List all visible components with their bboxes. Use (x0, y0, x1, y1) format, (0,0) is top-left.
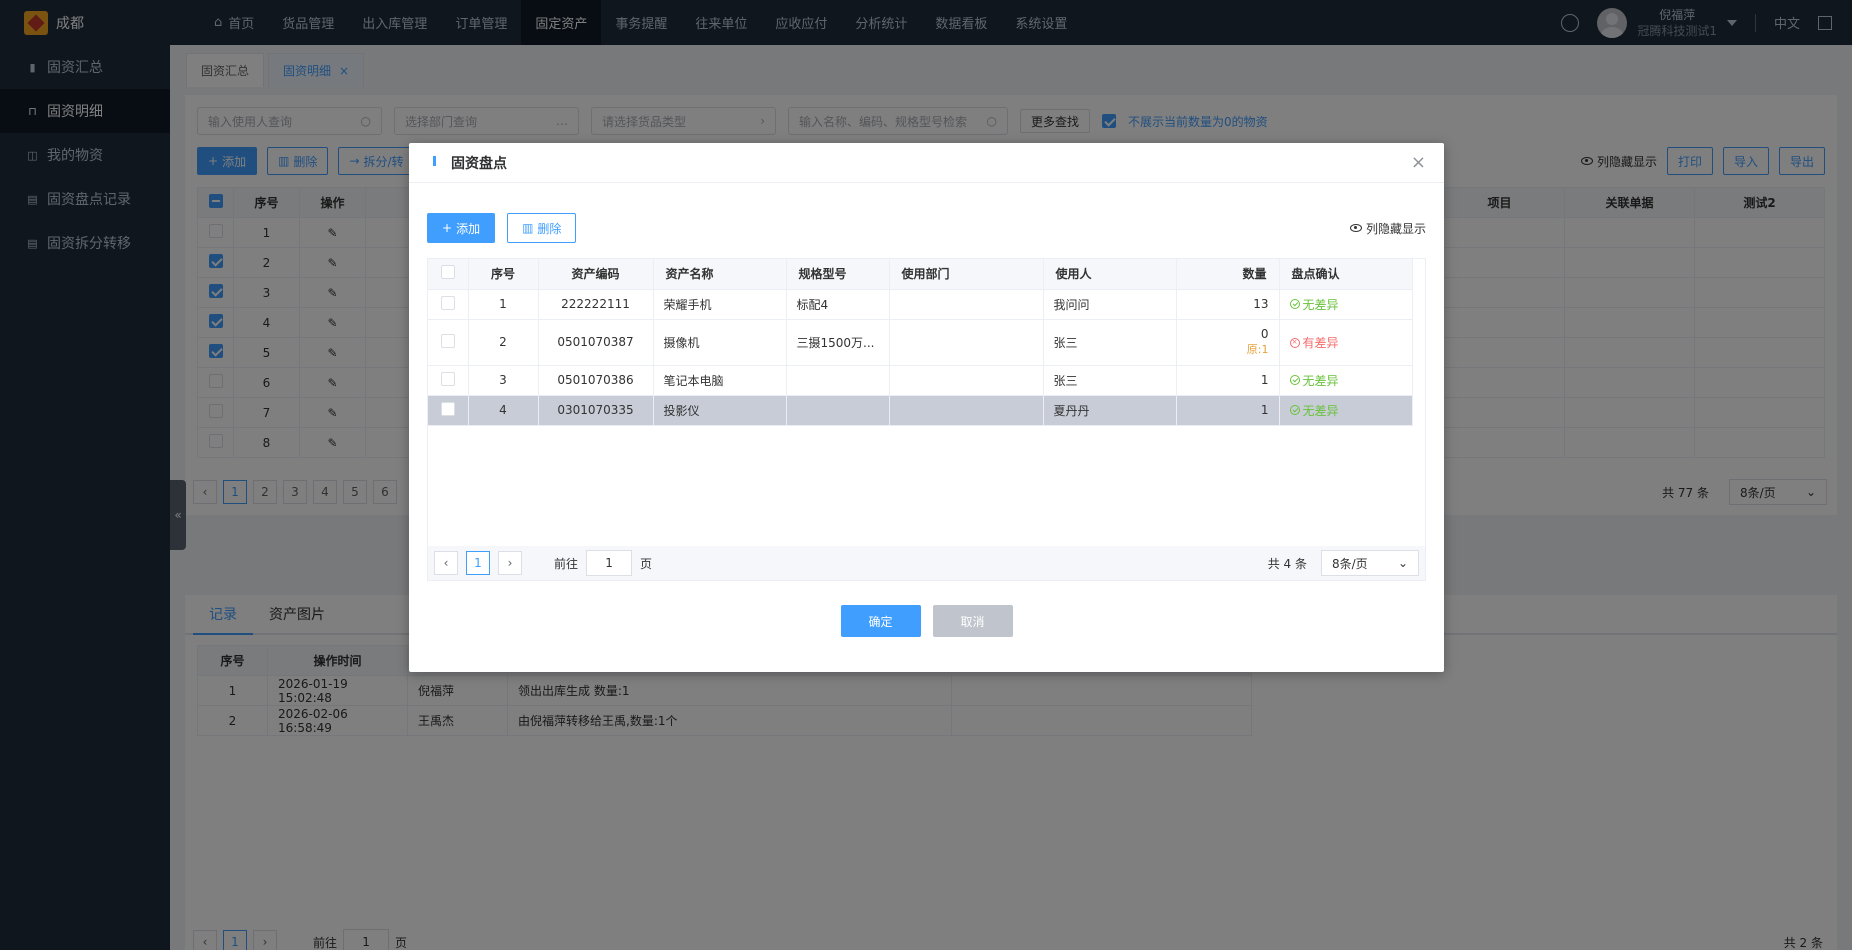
row-checkbox[interactable] (440, 371, 455, 386)
dialog-footer: 确定 取消 (409, 605, 1444, 637)
check-circle-icon (1289, 405, 1300, 415)
dialog-header: 固资盘点 × (409, 143, 1444, 183)
x-circle-icon: × (1289, 337, 1300, 348)
status-badge[interactable]: × 有差异 (1289, 334, 1339, 351)
row-checkbox[interactable] (440, 333, 455, 348)
dialog-toolbar: + 添加 ▥ 删除 列隐藏显示 (409, 213, 1444, 243)
inventory-dialog: 固资盘点 × + 添加 ▥ 删除 列隐藏显示 序号 资产编码 资产名称 规格型号 使… (409, 143, 1444, 672)
cancel-button[interactable]: 取消 (932, 605, 1013, 637)
status-badge[interactable]: 无差异 (1289, 402, 1339, 419)
check-circle-icon (1289, 375, 1300, 385)
check-circle-icon (1289, 299, 1300, 309)
row-checkbox[interactable] (440, 295, 455, 310)
status-badge[interactable]: 无差异 (1289, 296, 1339, 313)
dialog-title: 固资盘点 (451, 155, 507, 172)
goto-page-input[interactable]: 1 (586, 550, 633, 576)
confirm-button[interactable]: 确定 (840, 605, 921, 637)
plus-icon: + (442, 221, 453, 235)
dialog-table-wrapper: 序号 资产编码 资产名称 规格型号 使用部门 使用人 数量 盘点确认 1 222… (427, 258, 1426, 581)
dialog-add-button[interactable]: + 添加 (427, 213, 496, 243)
table-row[interactable]: 4 0301070335 投影仪 夏丹丹 1 无差异 (428, 395, 1413, 426)
dialog-column-toggle[interactable]: 列隐藏显示 (1349, 220, 1426, 237)
trash-icon: ▥ (522, 221, 534, 235)
prev-page-button[interactable]: ‹ (434, 551, 458, 575)
page-button[interactable]: 1 (466, 551, 490, 575)
close-icon[interactable]: × (1411, 152, 1426, 173)
row-checkbox[interactable] (440, 401, 455, 416)
page-size-select[interactable]: 8条/页⌄ (1321, 550, 1419, 576)
next-page-button[interactable]: › (498, 551, 522, 575)
dialog-total: 共 4 条 (1267, 556, 1307, 571)
table-row[interactable]: 3 0501070386 笔记本电脑 张三 1 无差异 (428, 365, 1413, 396)
select-all-checkbox[interactable] (440, 265, 455, 280)
table-row[interactable]: 2 0501070387 摄像机 三摄1500万... 张三 0 原:1 × 有差… (428, 319, 1413, 366)
table-row[interactable]: 1 222222111 荣耀手机 标配4 我问问 13 无差异 (428, 289, 1413, 320)
chevron-down-icon: ⌄ (1397, 556, 1408, 570)
eye-icon (1349, 224, 1362, 232)
inventory-table: 序号 资产编码 资产名称 规格型号 使用部门 使用人 数量 盘点确认 1 222… (428, 259, 1413, 426)
dialog-pager: ‹ 1 › 前往 1 页 共 4 条 8条/页 ⌄ (428, 546, 1425, 580)
original-qty: 原:1 (1246, 343, 1269, 356)
status-badge[interactable]: 无差异 (1289, 372, 1339, 389)
dialog-delete-button[interactable]: ▥ 删除 (507, 213, 577, 243)
